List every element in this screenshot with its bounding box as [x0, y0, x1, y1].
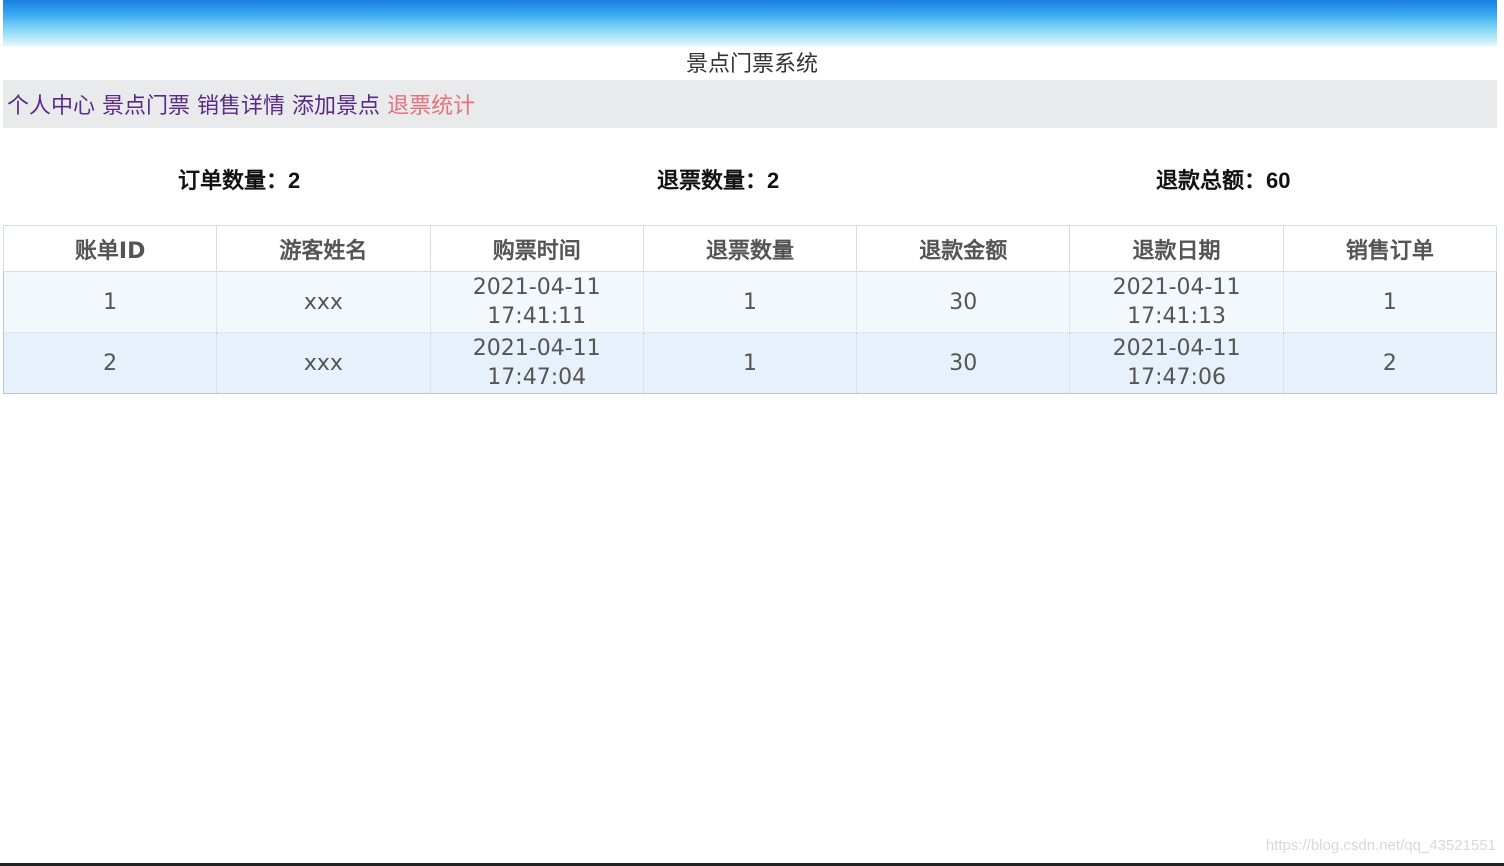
summary-stats: 订单数量：2 退票数量：2 退款总额：60 [0, 163, 1504, 195]
cell-refund-amount: 30 [856, 271, 1071, 333]
cell-visitor-name: xxx [216, 332, 431, 394]
stat-refund-count: 退票数量：2 [657, 163, 779, 195]
header-banner [3, 0, 1497, 46]
cell-bill-id: 1 [2, 271, 218, 333]
nav-item-personal-center[interactable]: 个人中心 [7, 88, 95, 120]
table-row: 2 xxx 2021-04-11 17:47:04 1 30 2021-04-1… [2, 332, 1498, 394]
cell-refund-amount: 30 [856, 332, 1071, 394]
column-header-refund-date: 退款日期 [1069, 225, 1284, 272]
refund-clock: 17:41:13 [1127, 304, 1226, 329]
nav-item-add-scenic-spot[interactable]: 添加景点 [292, 88, 380, 120]
column-header-purchase-time: 购票时间 [429, 225, 644, 272]
stat-refund-count-label: 退票数量： [657, 169, 768, 194]
refund-date: 2021-04-11 [1112, 336, 1241, 361]
cell-bill-id: 2 [2, 332, 218, 394]
stat-refund-total-label: 退款总额： [1156, 169, 1267, 194]
column-header-bill-id: 账单ID [2, 225, 218, 272]
stat-refund-total-value: 60 [1266, 168, 1291, 193]
purchase-date: 2021-04-11 [472, 275, 601, 300]
purchase-date: 2021-04-11 [472, 336, 601, 361]
stat-order-count-value: 2 [288, 168, 301, 193]
cell-refund-quantity: 1 [642, 332, 858, 394]
nav-bar: 个人中心 景点门票 销售详情 添加景点 退票统计 [3, 80, 1497, 128]
cell-refund-date: 2021-04-11 17:41:13 [1069, 271, 1284, 333]
cell-sale-order: 1 [1282, 271, 1498, 333]
stat-refund-total: 退款总额：60 [1156, 163, 1291, 195]
cell-visitor-name: xxx [216, 271, 431, 333]
nav-item-sales-details[interactable]: 销售详情 [197, 88, 285, 120]
refund-clock: 17:47:06 [1127, 365, 1226, 390]
stat-order-count-label: 订单数量： [178, 169, 289, 194]
table-header-row: 账单ID 游客姓名 购票时间 退票数量 退款金额 退款日期 销售订单 [2, 225, 1498, 272]
stat-refund-count-value: 2 [767, 168, 780, 193]
cell-sale-order: 2 [1282, 332, 1498, 394]
nav-item-refund-statistics[interactable]: 退票统计 [387, 88, 475, 120]
purchase-clock: 17:47:04 [487, 365, 587, 390]
column-header-sale-order: 销售订单 [1282, 225, 1498, 272]
purchase-clock: 17:41:11 [487, 304, 587, 329]
site-title: 景点门票系统 [685, 52, 818, 77]
cell-refund-quantity: 1 [642, 271, 858, 333]
column-header-refund-amount: 退款金额 [856, 225, 1071, 272]
stat-order-count: 订单数量：2 [178, 163, 300, 195]
cell-refund-date: 2021-04-11 17:47:06 [1069, 332, 1284, 394]
refund-table: 账单ID 游客姓名 购票时间 退票数量 退款金额 退款日期 销售订单 1 xxx… [2, 225, 1498, 394]
column-header-visitor-name: 游客姓名 [216, 225, 431, 272]
nav-item-scenic-tickets[interactable]: 景点门票 [102, 88, 190, 120]
refund-date: 2021-04-11 [1112, 275, 1241, 300]
table-row: 1 xxx 2021-04-11 17:41:11 1 30 2021-04-1… [2, 271, 1498, 333]
cell-purchase-time: 2021-04-11 17:47:04 [429, 332, 644, 394]
cell-purchase-time: 2021-04-11 17:41:11 [429, 271, 644, 333]
column-header-refund-quantity: 退票数量 [642, 225, 858, 272]
watermark: https://blog.csdn.net/qq_43521551 [1265, 837, 1496, 854]
